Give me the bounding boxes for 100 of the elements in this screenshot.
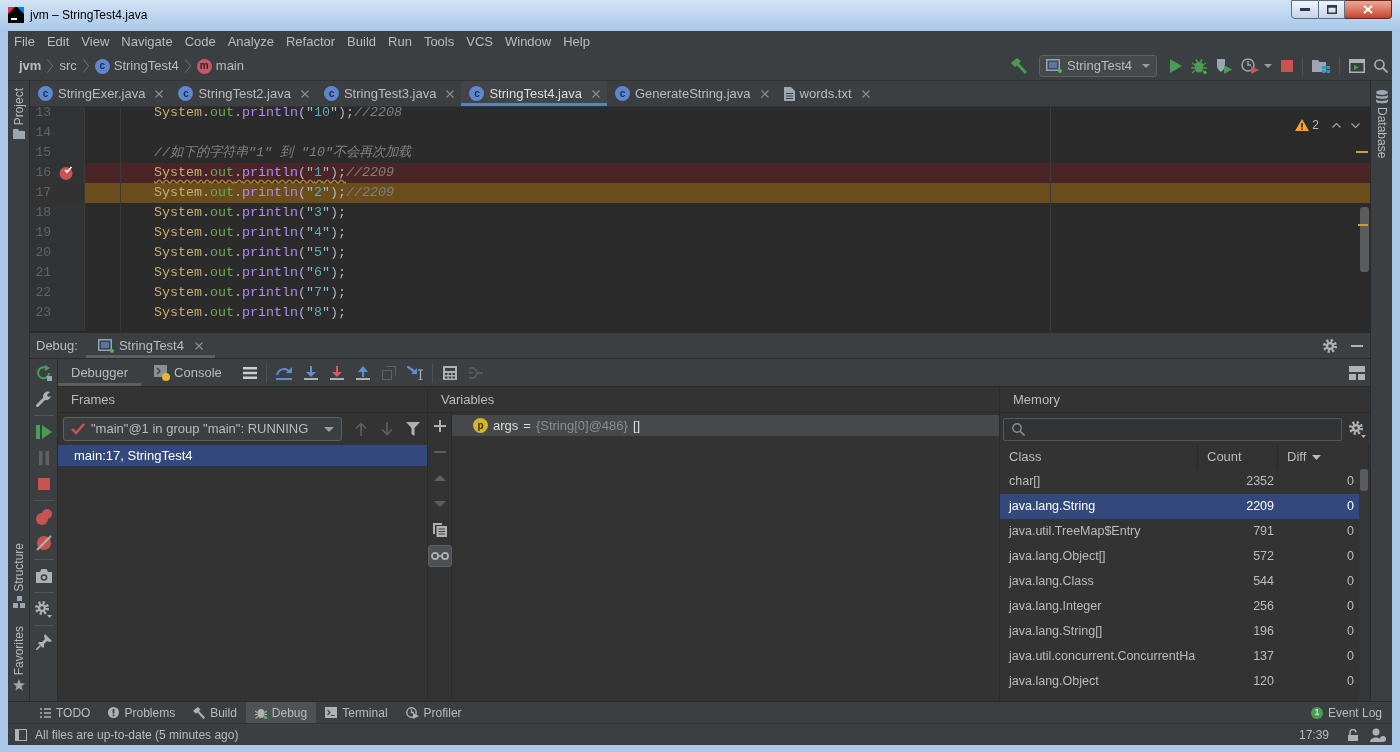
- close-button[interactable]: [1345, 0, 1392, 19]
- coverage-icon[interactable]: [1216, 58, 1232, 74]
- close-icon[interactable]: [194, 341, 203, 350]
- column-header[interactable]: Diff: [1278, 445, 1369, 469]
- hamburger-icon[interactable]: [242, 366, 257, 379]
- filter-icon[interactable]: [406, 422, 420, 436]
- tool-window-button[interactable]: Terminal: [316, 702, 397, 723]
- menu-item[interactable]: Code: [178, 31, 222, 52]
- stop-icon[interactable]: [37, 478, 50, 490]
- step-over-icon[interactable]: [275, 365, 292, 380]
- run-icon[interactable]: [1170, 59, 1182, 73]
- close-icon[interactable]: [446, 89, 455, 98]
- tool-window-button[interactable]: Database: [1374, 90, 1389, 159]
- scrollbar-thumb[interactable]: [1360, 469, 1368, 491]
- minimize-button[interactable]: [1291, 0, 1319, 19]
- editor-tab[interactable]: c GenerateString.java: [606, 81, 776, 106]
- column-header[interactable]: Count: [1198, 445, 1278, 469]
- add-icon[interactable]: [433, 420, 446, 432]
- hammer-icon[interactable]: [1011, 58, 1027, 74]
- table-row[interactable]: java.lang.String[] 196 0: [1000, 619, 1359, 644]
- thread-dropdown[interactable]: "main"@1 in group "main": RUNNING: [63, 417, 342, 441]
- close-icon[interactable]: [861, 89, 870, 98]
- layout-icon[interactable]: [1349, 365, 1365, 380]
- frame-item[interactable]: main:17, StringTest4: [58, 445, 427, 466]
- breadcrumb-item[interactable]: m main: [196, 56, 244, 76]
- pin-icon[interactable]: [35, 634, 52, 650]
- chevron-down-icon[interactable]: [1351, 122, 1360, 128]
- editor-tab[interactable]: c StringTest2.java: [170, 81, 316, 106]
- table-row[interactable]: java.util.TreeMap$Entry 791 0: [1000, 519, 1359, 544]
- settings-icon[interactable]: [1349, 420, 1366, 438]
- menu-item[interactable]: Run: [382, 31, 418, 52]
- run-configuration-dropdown[interactable]: StringTest4: [1039, 55, 1157, 77]
- mute-breakpoints-icon[interactable]: [35, 535, 52, 551]
- debug-tab[interactable]: Debugger: [58, 359, 142, 386]
- settings-icon[interactable]: [35, 600, 52, 618]
- menu-item[interactable]: File: [8, 31, 41, 52]
- force-step-into-icon[interactable]: [329, 365, 344, 380]
- table-row[interactable]: java.lang.Class 544 0: [1000, 569, 1359, 594]
- resume-icon[interactable]: [35, 424, 52, 440]
- close-icon[interactable]: [591, 89, 600, 98]
- menu-item[interactable]: Analyze: [221, 31, 280, 52]
- editor-tab[interactable]: c StringExer.java: [30, 81, 171, 106]
- calculator-icon[interactable]: [442, 365, 457, 380]
- table-row[interactable]: java.lang.Object[] 572 0: [1000, 544, 1359, 569]
- minimize-icon[interactable]: [1351, 344, 1363, 347]
- table-row[interactable]: char[] 2352 0: [1000, 469, 1359, 494]
- breadcrumb-item[interactable]: c StringTest4: [94, 56, 179, 76]
- tool-window-button[interactable]: Structure: [11, 540, 26, 610]
- editor-tab[interactable]: words.txt: [775, 81, 877, 106]
- event-log-button[interactable]: 1 Event Log: [1310, 702, 1382, 723]
- editor-tab[interactable]: c StringTest4.java: [461, 81, 607, 106]
- breakpoint-icon[interactable]: [59, 166, 73, 180]
- breadcrumb-item[interactable]: jvm: [19, 56, 42, 76]
- wrench-icon[interactable]: [35, 391, 52, 407]
- tool-window-button[interactable]: Debug: [245, 702, 317, 723]
- tool-window-button[interactable]: Profiler: [396, 702, 471, 723]
- tool-window-button[interactable]: Problems: [99, 702, 185, 723]
- table-row[interactable]: java.util.concurrent.ConcurrentHa 137 0: [1000, 644, 1359, 669]
- search-icon[interactable]: [1374, 59, 1388, 73]
- menu-item[interactable]: Build: [341, 31, 382, 52]
- person-icon[interactable]: [1370, 727, 1386, 742]
- bug-icon[interactable]: [1191, 58, 1207, 74]
- lock-icon[interactable]: [1348, 728, 1358, 741]
- menu-item[interactable]: Help: [557, 31, 596, 52]
- menu-item[interactable]: VCS: [460, 31, 499, 52]
- close-icon[interactable]: [300, 89, 309, 98]
- menu-item[interactable]: Refactor: [279, 31, 342, 52]
- table-row[interactable]: java.lang.Object 120 0: [1000, 669, 1359, 694]
- project-structure-icon[interactable]: [1312, 59, 1330, 73]
- table-row[interactable]: java.lang.Integer 256 0: [1000, 594, 1359, 619]
- breadcrumb-item[interactable]: src: [59, 56, 77, 76]
- step-into-icon[interactable]: [303, 365, 318, 380]
- scrollbar-thumb[interactable]: [1360, 207, 1369, 272]
- settings-icon[interactable]: [1323, 338, 1337, 353]
- step-out-icon[interactable]: [355, 365, 370, 380]
- warning-marker[interactable]: [1358, 224, 1368, 226]
- inline-watches-toggle[interactable]: [427, 545, 452, 567]
- maximize-button[interactable]: [1319, 0, 1345, 19]
- menu-item[interactable]: Navigate: [115, 31, 179, 52]
- run-to-cursor-icon[interactable]: [406, 365, 423, 380]
- warning-count[interactable]: 2: [1312, 116, 1319, 134]
- profiler-icon[interactable]: [1241, 58, 1259, 74]
- close-icon[interactable]: [760, 89, 769, 98]
- caret-icon[interactable]: [1264, 64, 1272, 68]
- copy-icon[interactable]: [432, 523, 447, 537]
- chevron-up-icon[interactable]: [1332, 122, 1341, 128]
- tool-window-button[interactable]: Build: [184, 702, 246, 723]
- rerun-icon[interactable]: [35, 365, 52, 381]
- editor-tab[interactable]: c StringTest3.java: [315, 81, 462, 106]
- tool-window-button[interactable]: TODO: [31, 702, 100, 723]
- variable-row[interactable]: p args = {String[0]@486} []: [452, 415, 999, 436]
- menu-item[interactable]: Edit: [40, 31, 76, 52]
- close-icon[interactable]: [155, 89, 164, 98]
- tool-window-button[interactable]: Project: [11, 86, 26, 142]
- warning-icon[interactable]: [1295, 119, 1310, 131]
- column-header[interactable]: Class: [1000, 445, 1198, 469]
- table-row[interactable]: java.lang.String 2209 0: [1000, 494, 1359, 519]
- menu-item[interactable]: View: [75, 31, 116, 52]
- warning-marker[interactable]: [1356, 151, 1368, 153]
- search-field[interactable]: [1003, 417, 1342, 441]
